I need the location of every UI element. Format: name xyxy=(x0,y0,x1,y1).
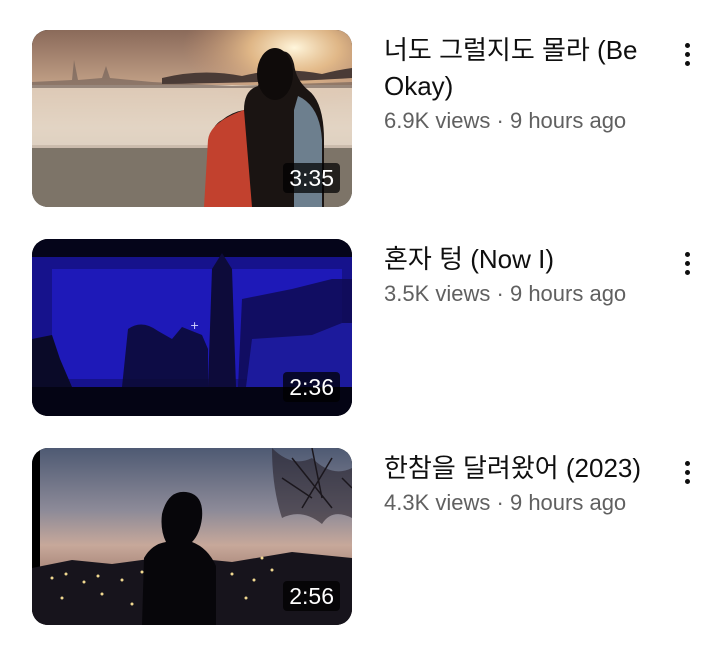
video-meta: 너도 그럴지도 몰라 (Be Okay) 6.9K views · 9 hour… xyxy=(384,32,669,136)
video-meta: 한참을 달려왔어 (2023) 4.3K views · 9 hours ago xyxy=(384,450,669,518)
upload-age: 9 hours ago xyxy=(509,490,627,515)
video-title[interactable]: 혼자 텅 (Now I) xyxy=(384,241,669,277)
video-stats: 3.5K views · 9 hours ago xyxy=(384,279,669,309)
more-vert-icon[interactable] xyxy=(676,36,698,72)
view-count: 4.3K views xyxy=(384,490,491,515)
meta-separator: · xyxy=(496,490,504,515)
duration-badge: 3:35 xyxy=(283,163,340,193)
meta-separator: · xyxy=(496,281,504,306)
upload-age: 9 hours ago xyxy=(509,281,627,306)
view-count: 3.5K views xyxy=(384,281,491,306)
upload-age: 9 hours ago xyxy=(509,108,627,133)
video-stats: 4.3K views · 9 hours ago xyxy=(384,488,669,518)
video-thumbnail[interactable]: + 2:36 xyxy=(32,239,352,416)
video-item[interactable]: 2:56 한참을 달려왔어 (2023) 4.3K views · 9 hour… xyxy=(0,448,720,628)
video-stats: 6.9K views · 9 hours ago xyxy=(384,106,669,136)
video-title[interactable]: 너도 그럴지도 몰라 (Be Okay) xyxy=(384,32,669,104)
video-thumbnail[interactable]: 3:35 xyxy=(32,30,352,207)
video-item[interactable]: + 2:36 혼자 텅 (Now I) 3.5K views · 9 hours… xyxy=(0,239,720,419)
view-count: 6.9K views xyxy=(384,108,491,133)
meta-separator: · xyxy=(496,108,504,133)
duration-badge: 2:56 xyxy=(283,581,340,611)
more-vert-icon[interactable] xyxy=(676,454,698,490)
duration-badge: 2:36 xyxy=(283,372,340,402)
video-thumbnail[interactable]: 2:56 xyxy=(32,448,352,625)
svg-text:+: + xyxy=(190,319,199,332)
video-item[interactable]: 3:35 너도 그럴지도 몰라 (Be Okay) 6.9K views · 9… xyxy=(0,30,720,210)
video-list: 3:35 너도 그럴지도 몰라 (Be Okay) 6.9K views · 9… xyxy=(0,0,720,654)
more-vert-icon[interactable] xyxy=(676,245,698,281)
video-title[interactable]: 한참을 달려왔어 (2023) xyxy=(384,450,669,486)
video-meta: 혼자 텅 (Now I) 3.5K views · 9 hours ago xyxy=(384,241,669,309)
